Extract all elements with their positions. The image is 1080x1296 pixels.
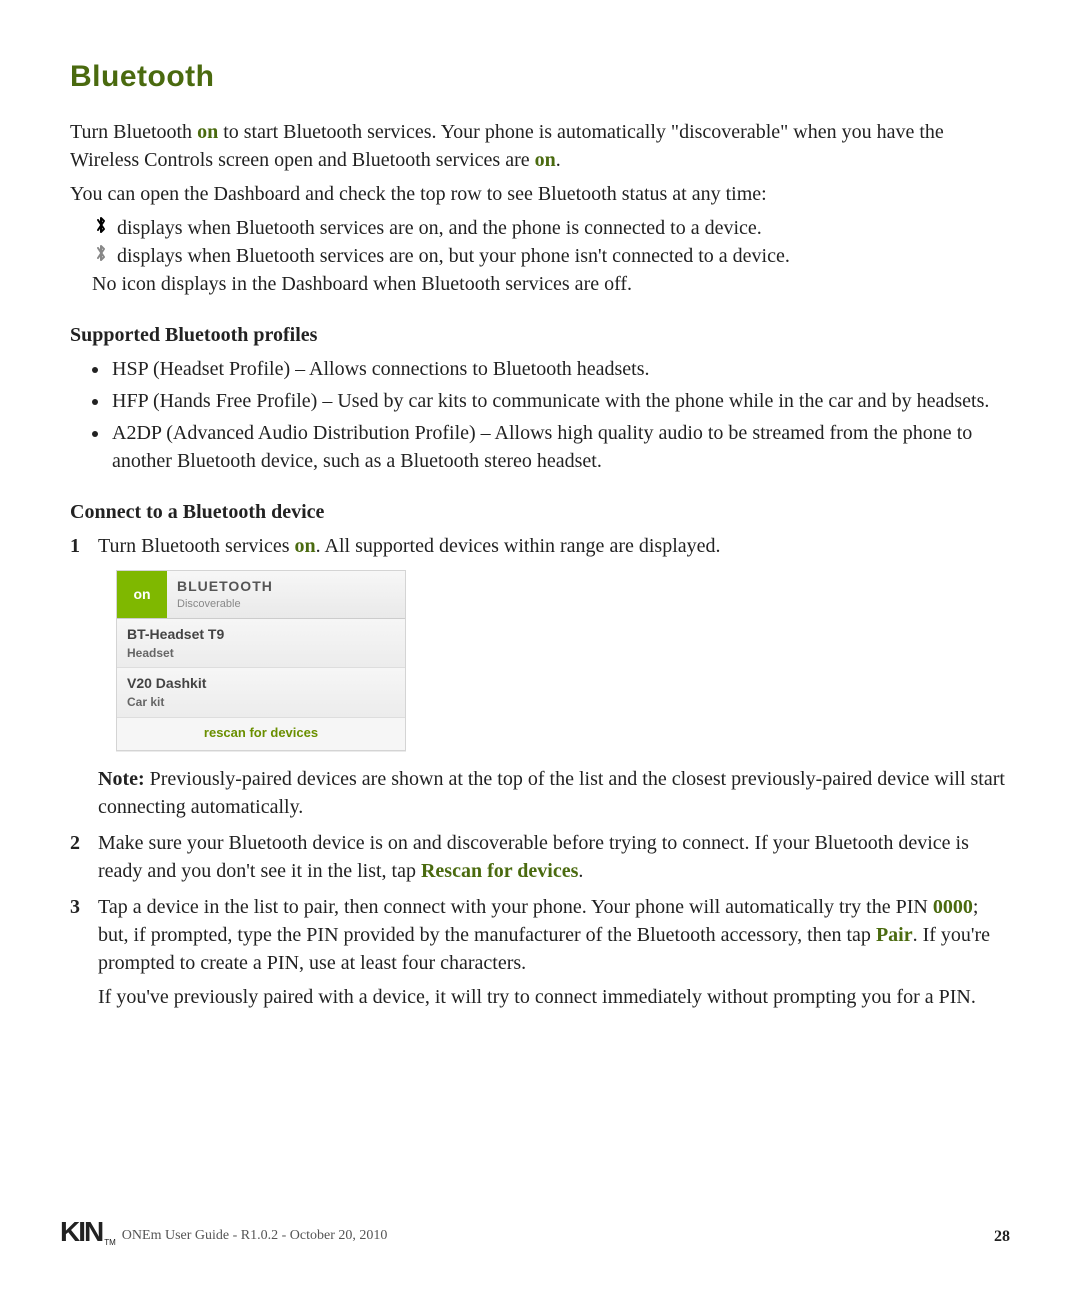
step-1-note: Note: Previously-paired devices are show… (98, 765, 1010, 821)
list-item: HSP (Headset Profile) – Allows connectio… (110, 355, 1010, 383)
kin-logo: KINTM (60, 1218, 114, 1246)
intro-paragraph-2: You can open the Dashboard and check the… (70, 180, 1010, 208)
rescan-button: rescan for devices (117, 718, 405, 750)
page-number: 28 (994, 1228, 1010, 1246)
rescan-keyword: Rescan for devices (421, 860, 578, 882)
step-2: Make sure your Bluetooth device is on an… (70, 829, 1010, 885)
bluetooth-discoverable-label: Discoverable (177, 597, 397, 612)
list-item: HFP (Hands Free Profile) – Used by car k… (110, 387, 1010, 415)
on-keyword: on (294, 535, 315, 557)
doc-info: ONEm User Guide - R1.0.2 - October 20, 2… (122, 1228, 388, 1246)
page-footer: KINTM ONEm User Guide - R1.0.2 - October… (60, 1218, 1010, 1246)
status-block: displays when Bluetooth services are on,… (92, 214, 1010, 298)
connect-heading: Connect to a Bluetooth device (70, 501, 1010, 524)
profiles-list: HSP (Headset Profile) – Allows connectio… (70, 355, 1010, 475)
pin-keyword: 0000 (933, 896, 973, 918)
device-row: V20 Dashkit Car kit (117, 668, 405, 717)
pair-keyword: Pair (876, 924, 913, 946)
on-keyword: on (197, 121, 218, 143)
step-1: Turn Bluetooth services on. All supporte… (70, 532, 1010, 821)
bluetooth-screenshot: on BLUETOOTH Discoverable BT-Headset T9 … (116, 570, 406, 751)
connect-steps: Turn Bluetooth services on. All supporte… (70, 532, 1010, 1011)
bluetooth-unconnected-icon (92, 242, 110, 270)
list-item: A2DP (Advanced Audio Distribution Profil… (110, 419, 1010, 475)
bluetooth-panel-title: BLUETOOTH (177, 577, 397, 597)
bluetooth-connected-icon (92, 214, 110, 242)
on-keyword: on (535, 149, 556, 171)
page-title: Bluetooth (70, 60, 1010, 94)
intro-paragraph-1: Turn Bluetooth on to start Bluetooth ser… (70, 118, 1010, 174)
step-3: Tap a device in the list to pair, then c… (70, 893, 1010, 1011)
profiles-heading: Supported Bluetooth profiles (70, 324, 1010, 347)
bluetooth-on-toggle: on (117, 571, 167, 618)
device-row: BT-Headset T9 Headset (117, 619, 405, 668)
